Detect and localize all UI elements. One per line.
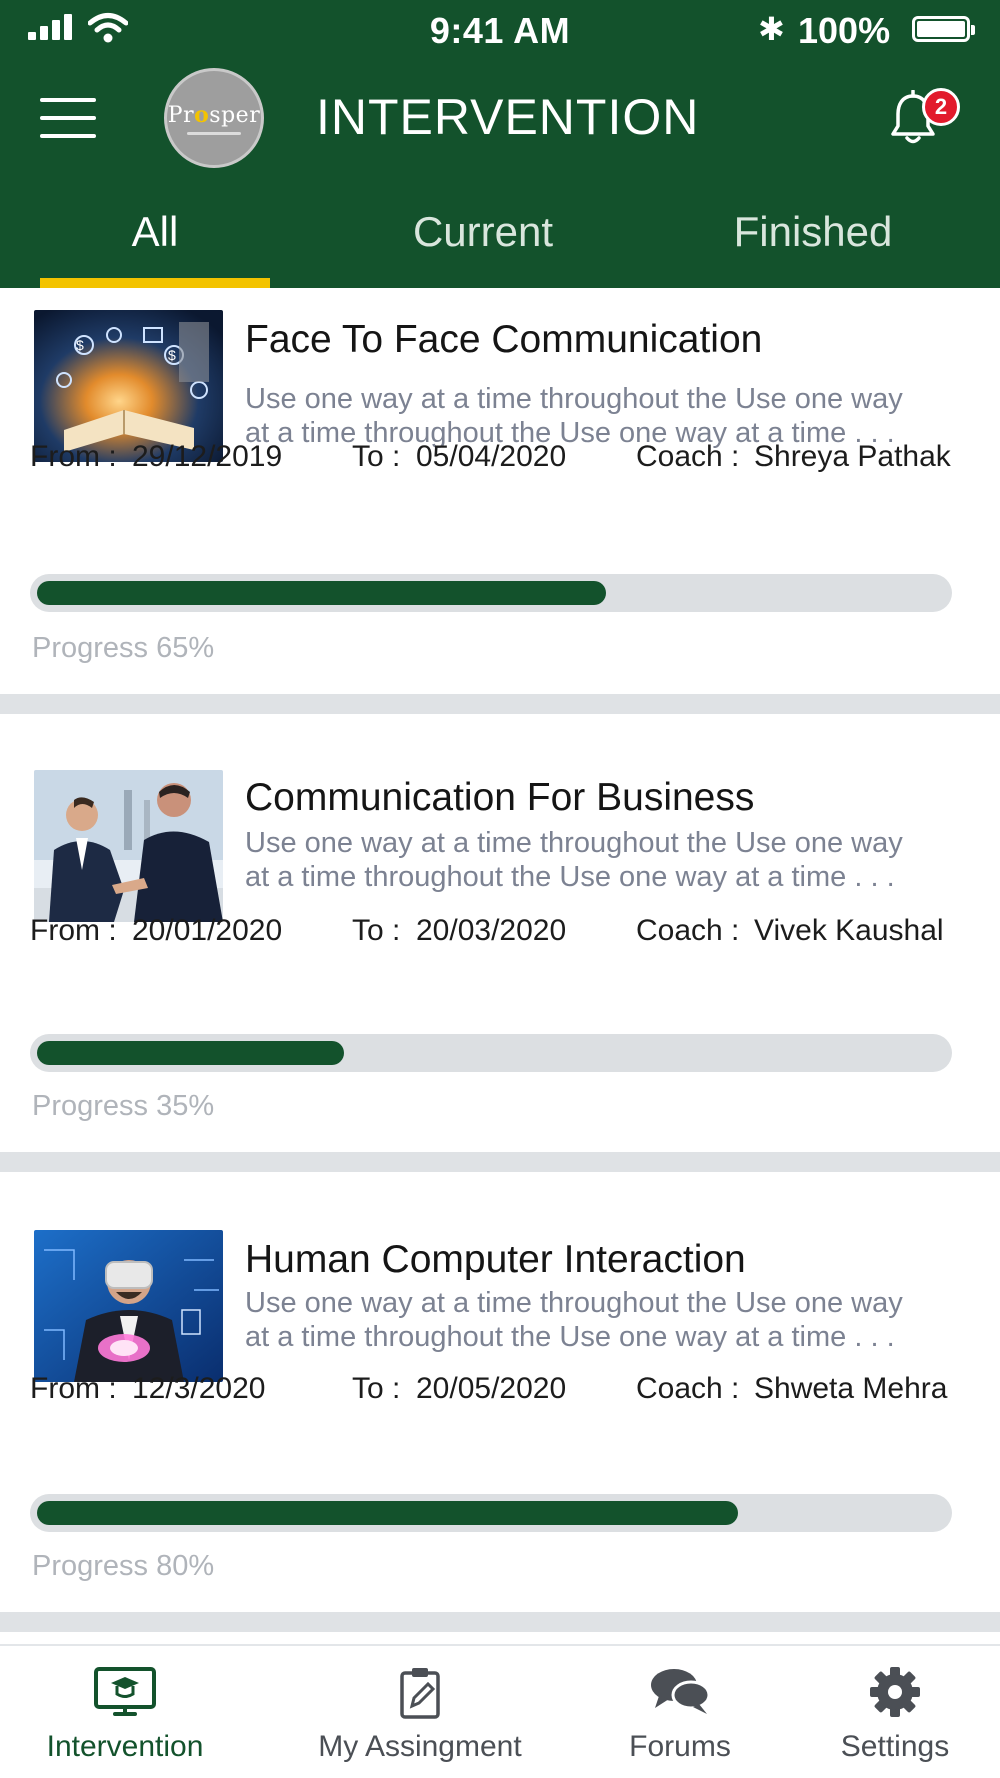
progress-label: Progress 80% — [32, 1550, 215, 1582]
vr-headset-image — [34, 1230, 223, 1382]
progress-label: Progress 35% — [32, 1090, 215, 1122]
course-dates: From : 20/01/2020 To : 20/03/2020 Coach … — [30, 914, 944, 948]
card-divider — [0, 694, 1000, 714]
notification-badge: 2 — [922, 88, 960, 126]
progress-fill — [37, 1501, 738, 1525]
nav-settings[interactable]: Settings — [810, 1646, 980, 1778]
to-label: To : — [352, 440, 401, 473]
coach-name: Vivek Kaushal — [754, 914, 944, 947]
progress-bar — [30, 574, 952, 612]
tab-bar: All Current Finished — [0, 190, 1000, 288]
to-label: To : — [352, 914, 401, 947]
app-header: 9:41 AM ✱ 100% Prosper INTERVENTION 2 Al… — [0, 0, 1000, 288]
active-tab-indicator — [40, 278, 270, 288]
course-title[interactable]: Communication For Business — [245, 776, 754, 820]
battery-icon — [912, 16, 975, 42]
course-card[interactable]: Communication For Business Use one way a… — [0, 714, 1000, 1158]
card-divider — [0, 1152, 1000, 1172]
course-description: Use one way at a time throughout the Use… — [245, 1287, 903, 1353]
chat-bubbles-icon — [651, 1669, 711, 1714]
status-bar: 9:41 AM ✱ 100% — [0, 0, 1000, 60]
classroom-monitor-icon — [94, 1667, 156, 1716]
tab-finished[interactable]: Finished — [703, 208, 923, 256]
progress-label: Progress 65% — [32, 632, 215, 664]
progress-fill — [37, 1041, 344, 1065]
from-date: 20/01/2020 — [132, 914, 283, 947]
coach-name: Shreya Pathak — [754, 440, 951, 473]
app-logo: Prosper — [164, 68, 264, 168]
course-dates: From : 12/3/2020 To : 20/05/2020 Coach :… — [30, 1372, 947, 1406]
course-card[interactable]: $ $ Face To Face Communication Use one w… — [0, 288, 1000, 694]
course-card[interactable]: Human Computer Interaction Use one way a… — [0, 1172, 1000, 1612]
svg-text:$: $ — [168, 347, 176, 363]
course-description: Use one way at a time throughout the Use… — [245, 827, 903, 893]
bluetooth-icon: ✱ — [758, 11, 785, 47]
svg-text:$: $ — [76, 337, 84, 353]
page-title: INTERVENTION — [316, 89, 700, 145]
from-date: 12/3/2020 — [132, 1372, 266, 1405]
from-label: From : — [30, 1372, 117, 1405]
gear-icon — [870, 1667, 920, 1717]
from-label: From : — [30, 914, 117, 947]
bottom-navigation: Intervention My Assingment Forums Settin… — [0, 1644, 1000, 1778]
course-title[interactable]: Human Computer Interaction — [245, 1238, 746, 1282]
coach-label: Coach : — [636, 1372, 740, 1405]
nav-intervention[interactable]: Intervention — [0, 1646, 250, 1778]
progress-bar — [30, 1494, 952, 1532]
card-divider — [0, 1612, 1000, 1632]
from-date: 29/12/2019 — [132, 440, 283, 473]
course-dates: From : 29/12/2019 To : 05/04/2020 Coach … — [30, 440, 951, 474]
course-title[interactable]: Face To Face Communication — [245, 318, 762, 362]
tab-current[interactable]: Current — [383, 208, 583, 256]
coach-name: Shweta Mehra — [754, 1372, 948, 1405]
progress-bar — [30, 1034, 952, 1072]
tab-all[interactable]: All — [40, 208, 270, 256]
from-label: From : — [30, 440, 117, 473]
business-handshake-image — [34, 770, 223, 922]
to-label: To : — [352, 1372, 401, 1405]
to-date: 20/03/2020 — [416, 914, 567, 947]
to-date: 05/04/2020 — [416, 440, 567, 473]
coach-label: Coach : — [636, 440, 740, 473]
battery-percentage: 100% — [798, 10, 891, 51]
clipboard-pen-icon — [400, 1668, 440, 1719]
menu-button[interactable] — [40, 98, 96, 138]
coach-label: Coach : — [636, 914, 740, 947]
to-date: 20/05/2020 — [416, 1372, 567, 1405]
nav-my-assignment[interactable]: My Assingment — [290, 1646, 550, 1778]
progress-fill — [37, 581, 606, 605]
nav-forums[interactable]: Forums — [590, 1646, 770, 1778]
